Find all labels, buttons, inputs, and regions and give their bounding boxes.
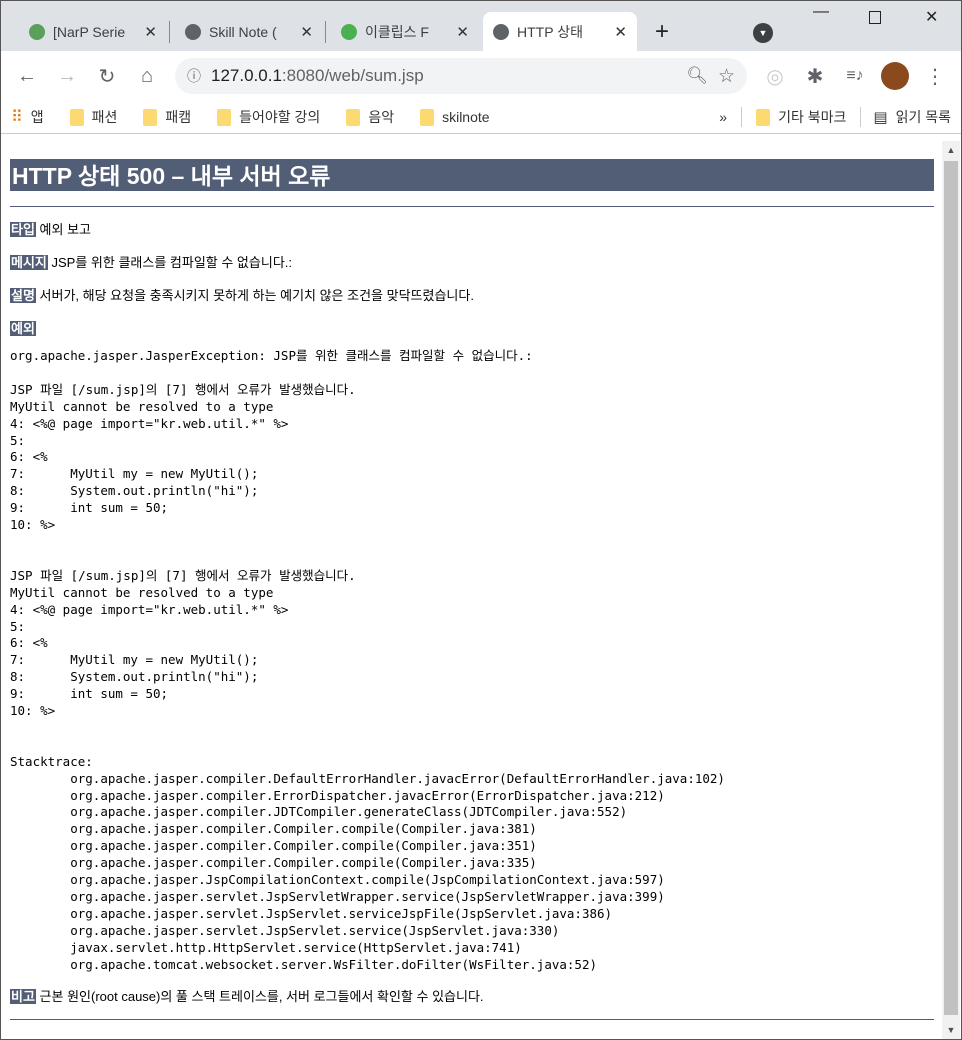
address-bar[interactable]: ⓘ 127.0.0.1:8080/web/sum.jsp 🔍︎ ☆ — [175, 58, 747, 94]
bookmark-label: 음악 — [368, 109, 395, 125]
tab-divider — [169, 21, 170, 43]
back-button[interactable]: ← — [9, 65, 45, 88]
menu-icon[interactable]: ⋮ — [917, 64, 953, 89]
bookmark-folder[interactable]: 패션 — [69, 107, 118, 127]
scroll-down-icon[interactable]: ▼ — [942, 1025, 960, 1035]
globe-icon — [493, 23, 509, 40]
bookmark-label: 들어야할 강의 — [239, 109, 321, 125]
new-tab-button[interactable]: + — [655, 18, 669, 46]
bookmark-label: 패캠 — [165, 109, 192, 125]
tab-eclipse[interactable]: 이클립스 F ✕ — [331, 12, 479, 51]
vertical-scrollbar[interactable]: ▲ ▼ — [942, 141, 960, 1039]
reading-list[interactable]: ▤ 읽기 목록 — [860, 107, 951, 127]
description-label: 설명 — [10, 288, 36, 303]
tab-divider — [325, 21, 326, 43]
folder-icon — [217, 108, 232, 126]
type-label: 타입 — [10, 222, 36, 237]
note-value: 근본 원인(root cause)의 풀 스택 트레이스를, 서버 로그들에서 … — [39, 988, 484, 1004]
divider — [10, 1018, 934, 1020]
bookmark-label: 패션 — [91, 109, 118, 125]
bookmarks-overflow-button[interactable]: » — [719, 109, 727, 125]
bookmark-folder[interactable]: skilnote — [420, 108, 490, 126]
bookmark-apps[interactable]: ⠿ 앱 — [11, 107, 44, 127]
tab-search-icon[interactable]: ▼ — [753, 23, 773, 43]
page-title: HTTP 상태 500 – 내부 서버 오류 — [10, 159, 934, 191]
description-value: 서버가, 해당 요청을 충족시키지 못하게 하는 예기치 않은 조건을 맞닥뜨렸… — [39, 288, 474, 303]
monitor-icon — [341, 23, 357, 40]
tab-skill-note[interactable]: Skill Note ( ✕ — [175, 12, 323, 51]
exception-label: 예외 — [10, 321, 36, 336]
toolbar: ← → ↻ ⌂ ⓘ 127.0.0.1:8080/web/sum.jsp 🔍︎ … — [1, 51, 961, 101]
type-row: 타입 예외 보고 — [10, 219, 934, 237]
type-value: 예외 보고 — [39, 222, 91, 237]
folder-icon — [69, 108, 84, 126]
close-tab-icon[interactable]: ✕ — [614, 23, 627, 41]
close-tab-icon[interactable]: ✕ — [300, 23, 313, 41]
url-host: 127.0.0.1 — [211, 66, 282, 85]
reload-button[interactable]: ↻ — [89, 64, 125, 89]
zoom-icon[interactable]: 🔍︎ — [686, 66, 708, 86]
message-value: JSP를 위한 클래스를 컴파일할 수 없습니다.: — [51, 255, 293, 270]
url-path: :8080/web/sum.jsp — [281, 66, 424, 85]
folder-icon — [420, 108, 435, 126]
other-bookmarks[interactable]: 기타 북마크 — [741, 107, 846, 127]
apps-grid-icon: ⠿ — [11, 109, 23, 126]
bookmark-folder[interactable]: 패캠 — [143, 107, 191, 127]
folder-icon — [143, 108, 158, 126]
tab-favicon-icon — [29, 23, 45, 40]
puzzle-icon[interactable]: ✱ — [797, 64, 833, 89]
bookmark-folder[interactable]: 들어야할 강의 — [217, 107, 320, 127]
folder-icon — [756, 108, 771, 126]
divider — [10, 206, 934, 207]
bookmark-folder[interactable]: 음악 — [346, 107, 394, 127]
bookmark-label: 읽기 목록 — [895, 109, 951, 125]
tab-title: 이클립스 F — [365, 23, 429, 40]
bookmarks-more: » — [719, 109, 728, 125]
star-icon[interactable]: ☆ — [718, 65, 735, 88]
globe-icon — [185, 23, 201, 40]
home-button[interactable]: ⌂ — [129, 65, 165, 88]
minimize-button[interactable]: — — [813, 3, 829, 21]
message-label: 메시지 — [10, 255, 48, 270]
exception-row: 예외 — [10, 318, 934, 336]
media-icon[interactable]: ≡♪ — [837, 67, 873, 85]
close-window-button[interactable]: ✕ — [925, 7, 938, 27]
bookmark-label: skilnote — [442, 109, 490, 125]
extension-icon[interactable]: ◎ — [757, 64, 793, 89]
message-row: 메시지 JSP를 위한 클래스를 컴파일할 수 없습니다.: — [10, 252, 934, 270]
exception-stacktrace: org.apache.jasper.JasperException: JSP를 … — [10, 348, 725, 972]
bookmark-label: 앱 — [30, 109, 44, 125]
note-label: 비고 — [10, 988, 36, 1004]
description-row: 설명 서버가, 해당 요청을 충족시키지 못하게 하는 예기치 않은 조건을 맞… — [10, 285, 934, 303]
info-icon[interactable]: ⓘ — [187, 66, 201, 86]
tab-title: [NarP Serie — [53, 23, 126, 40]
note-row: 비고 근본 원인(root cause)의 풀 스택 트레이스를, 서버 로그들… — [10, 986, 934, 1004]
tab-bar: [NarP Serie ✕ Skill Note ( ✕ 이클립스 F ✕ HTTP … — [1, 1, 961, 51]
close-tab-icon[interactable]: ✕ — [456, 23, 469, 41]
tab-title: HTTP 상태 — [517, 23, 583, 40]
bookmarks-bar: ⠿ 앱 패션 패캠 들어야할 강의 음악 skilnote » 기타 북마크 ▤ 읽… — [1, 101, 961, 134]
bookmark-label: 기타 북마크 — [778, 109, 847, 125]
scrollbar-thumb[interactable] — [944, 161, 958, 1015]
tab-http-status[interactable]: HTTP 상태 ✕ — [483, 12, 637, 51]
tab-title: Skill Note ( — [209, 23, 277, 40]
maximize-button[interactable] — [869, 11, 881, 24]
scroll-up-icon[interactable]: ▲ — [942, 145, 960, 155]
close-tab-icon[interactable]: ✕ — [144, 23, 157, 41]
avatar[interactable] — [881, 62, 909, 90]
tab-narp[interactable]: [NarP Serie ✕ — [19, 12, 167, 51]
page-content: HTTP 상태 500 – 내부 서버 오류 타입 예외 보고 메시지 JSP를… — [2, 141, 942, 1039]
reading-list-icon: ▤ — [873, 109, 888, 126]
folder-icon — [346, 108, 361, 126]
forward-button[interactable]: → — [49, 65, 85, 88]
